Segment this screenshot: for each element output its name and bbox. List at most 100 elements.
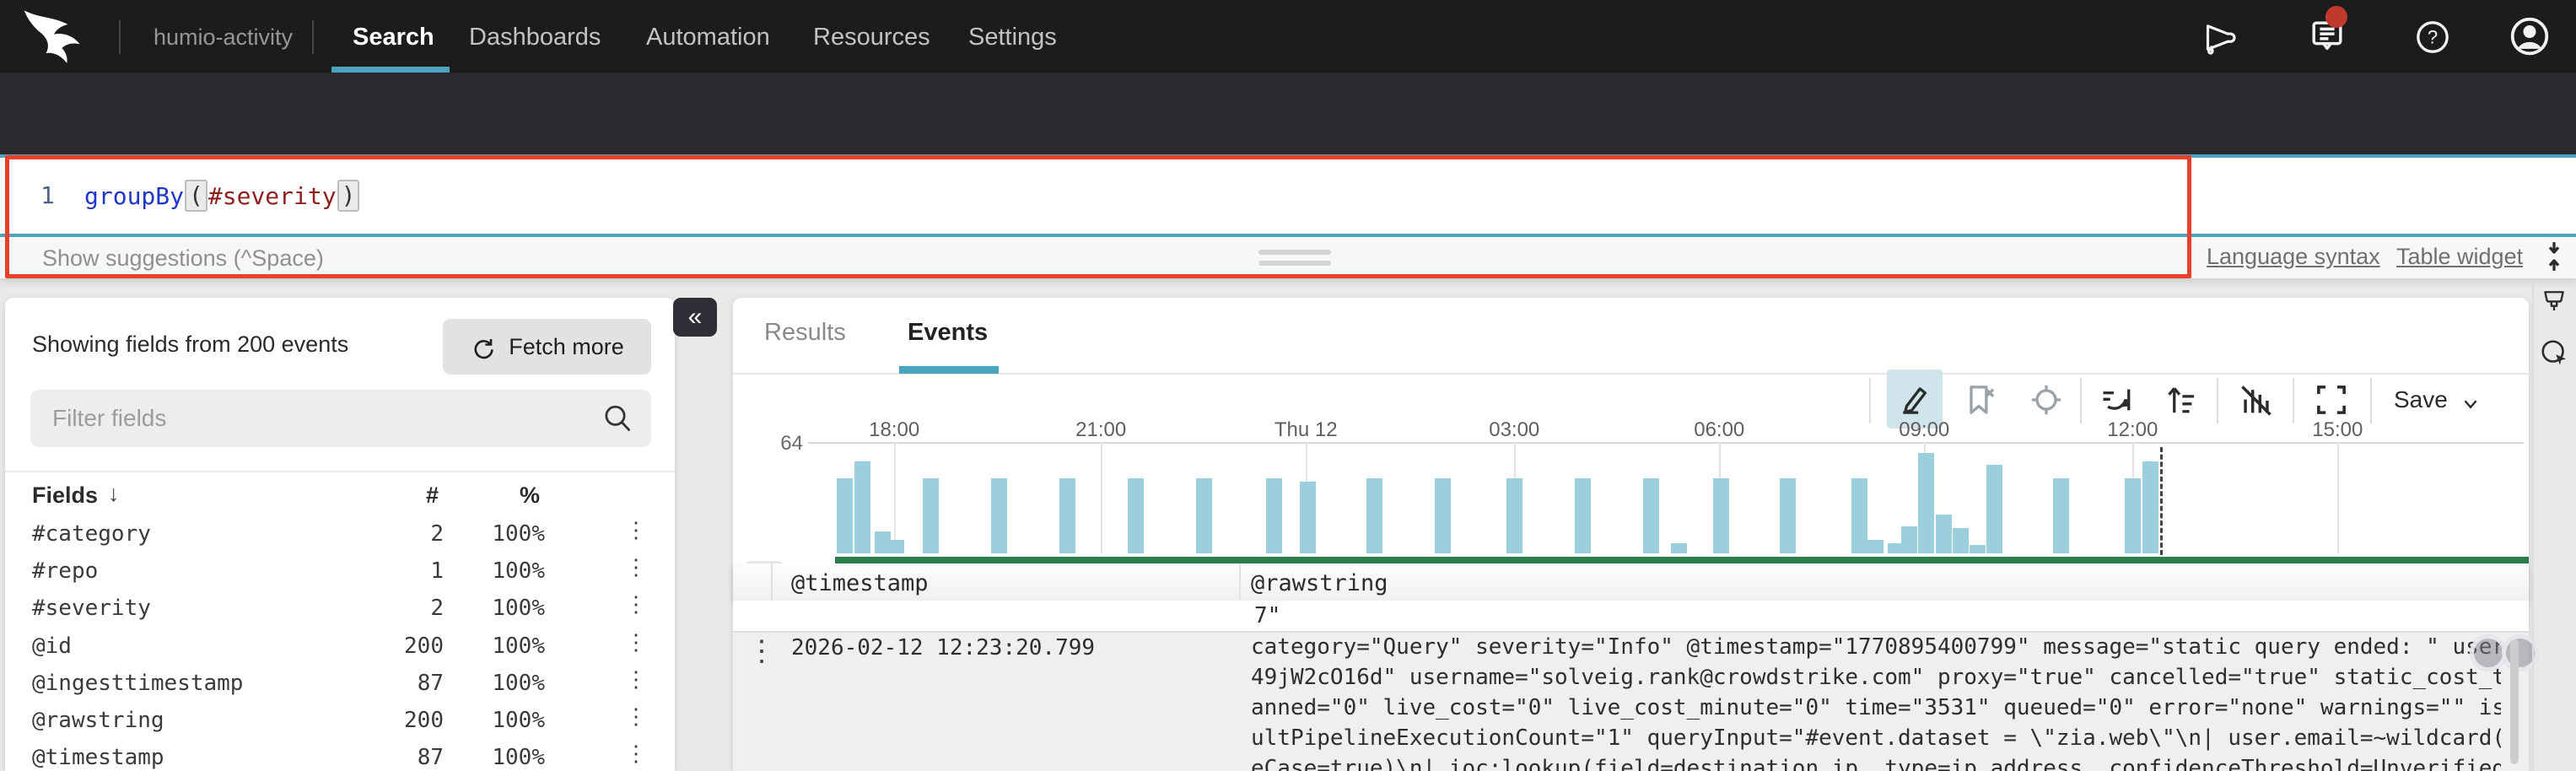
field-count: 87 xyxy=(326,671,444,696)
table-accent-bar xyxy=(835,557,2529,563)
remove-bookmark-icon[interactable] xyxy=(1962,381,1999,418)
toolbar-separator xyxy=(1869,378,1871,423)
events-table-header xyxy=(733,563,2529,602)
field-row[interactable]: @rawstring200100%⋮ xyxy=(5,701,675,738)
column-header-timestamp[interactable]: @timestamp xyxy=(791,570,929,596)
filter-fields-input[interactable] xyxy=(30,390,651,447)
tab-results[interactable]: Results xyxy=(764,319,846,347)
nav-tab-automation[interactable]: Automation xyxy=(646,24,770,51)
nav-divider xyxy=(119,20,121,54)
rawstring-line: 49jW2cO16d" username="solveig.rank@crowd… xyxy=(1251,662,2501,693)
field-row[interactable]: @id 200100% ⋮ xyxy=(5,627,675,664)
active-tab-underline xyxy=(331,67,450,73)
megaphone-icon[interactable] xyxy=(2196,19,2237,55)
language-syntax-link[interactable]: Language syntax xyxy=(2207,244,2380,270)
fields-column-header[interactable]: Fields xyxy=(32,483,98,509)
nav-tab-search[interactable]: Search xyxy=(353,24,434,51)
kebab-menu-icon[interactable]: ⋮ xyxy=(625,518,647,543)
crosshair-icon[interactable] xyxy=(2028,381,2065,418)
field-name: #severity xyxy=(32,596,151,621)
kebab-menu-icon[interactable]: ⋮ xyxy=(625,667,647,693)
field-row[interactable]: #category 2100% ⋮ xyxy=(5,515,675,552)
search-toolbar: Searches A Auto (Table) +01:00 Rome Last… xyxy=(0,73,2576,155)
toggle-histogram-icon[interactable] xyxy=(2237,381,2276,420)
query-token-tag: #severity xyxy=(208,182,337,210)
table-row-partial[interactable] xyxy=(733,601,2529,631)
tabs-divider xyxy=(733,373,2529,375)
editor-line-number: 1 xyxy=(40,181,55,209)
crowdstrike-falcon-logo[interactable] xyxy=(22,8,86,64)
fields-summary: Showing fields from 200 events xyxy=(32,332,348,358)
nav-tab-settings[interactable]: Settings xyxy=(968,24,1057,51)
nav-tab-resources[interactable]: Resources xyxy=(813,24,930,51)
vertical-scrollbar[interactable] xyxy=(2510,639,2519,764)
field-count: 1 xyxy=(326,558,444,584)
kebab-menu-icon[interactable]: ⋮ xyxy=(625,704,647,730)
field-name: @id xyxy=(32,634,72,659)
account-icon[interactable] xyxy=(2509,15,2551,57)
column-header-rawstring[interactable]: @rawstring xyxy=(1251,570,1388,596)
collapse-fields-panel-button[interactable]: « xyxy=(673,298,717,337)
panel-divider xyxy=(2532,278,2534,771)
workspace-selector[interactable]: humio-activity xyxy=(154,24,293,51)
fullscreen-icon[interactable] xyxy=(2313,381,2350,418)
click-target-icon[interactable] xyxy=(2539,337,2571,369)
svg-text:?: ? xyxy=(2428,27,2438,48)
nav-tab-dashboards[interactable]: Dashboards xyxy=(469,24,601,51)
field-name: @timestamp xyxy=(32,745,164,770)
row-menu-icon[interactable]: ⋮ xyxy=(747,634,776,668)
field-row[interactable]: @timestamp87100%⋮ xyxy=(5,738,675,771)
field-percent: 100% xyxy=(444,596,545,621)
toolbar-separator xyxy=(2293,378,2294,423)
field-row[interactable]: #repo1100%⋮ xyxy=(5,552,675,589)
rawstring-line: category="Query" severity="Info" @timest… xyxy=(1251,632,2501,662)
query-token-paren: ( xyxy=(185,180,207,212)
field-percent: 100% xyxy=(444,634,545,659)
editor-resize-handle[interactable] xyxy=(1258,250,1331,255)
top-nav: humio-activity Search Dashboards Automat… xyxy=(0,0,2576,73)
query-token-paren: ) xyxy=(337,180,360,212)
toolbar-separator xyxy=(2080,378,2082,423)
editor-resize-handle[interactable] xyxy=(1258,261,1331,266)
field-percent: 100% xyxy=(444,671,545,696)
field-row[interactable]: @ingesttimestamp87100%⋮ xyxy=(5,664,675,701)
collapse-editor-icon[interactable] xyxy=(2537,238,2571,275)
toolbar-separator xyxy=(2217,378,2218,423)
field-name: #repo xyxy=(32,558,98,584)
query-text[interactable]: groupBy(#severity) xyxy=(84,176,360,215)
kebab-menu-icon[interactable]: ⋮ xyxy=(625,741,647,767)
help-icon[interactable]: ? xyxy=(2414,19,2451,56)
suggestions-bar xyxy=(0,237,2576,278)
field-count: 200 xyxy=(326,634,444,659)
field-row[interactable]: #severity2100%⋮ xyxy=(5,589,675,626)
field-name: @rawstring xyxy=(32,708,164,733)
event-timestamp: 2026-02-12 12:23:20.799 xyxy=(791,635,1095,660)
query-editor[interactable] xyxy=(0,158,2576,234)
field-percent: 100% xyxy=(444,521,545,547)
divider xyxy=(5,471,675,472)
paintbrush-icon[interactable] xyxy=(2540,288,2568,318)
table-widget-link[interactable]: Table widget xyxy=(2396,244,2523,270)
count-column-header[interactable]: # xyxy=(321,483,439,509)
kebab-menu-icon[interactable]: ⋮ xyxy=(625,555,647,580)
field-percent: 100% xyxy=(444,708,545,733)
save-button[interactable]: Save xyxy=(2394,386,2448,413)
nav-divider xyxy=(312,20,314,54)
suggestions-hint: Show suggestions (^Space) xyxy=(42,245,324,272)
percent-column-header[interactable]: % xyxy=(439,483,540,509)
field-percent: 100% xyxy=(444,745,545,770)
kebab-menu-icon[interactable]: ⋮ xyxy=(625,630,647,655)
fetch-more-button[interactable]: Fetch more xyxy=(443,319,651,375)
chevron-down-icon[interactable] xyxy=(2458,391,2483,417)
kebab-menu-icon[interactable]: ⋮ xyxy=(625,592,647,617)
sort-descending-icon[interactable]: ↓ xyxy=(108,481,120,507)
tab-events[interactable]: Events xyxy=(908,319,988,347)
field-count: 2 xyxy=(326,521,444,547)
toolbar-separator xyxy=(2370,378,2372,423)
edit-pencil-icon[interactable] xyxy=(1896,381,1933,418)
field-name: #category xyxy=(32,521,151,547)
query-token-function: groupBy xyxy=(84,182,184,210)
rawstring-line: eCase=true)\n| ioc:lookup(field=destinat… xyxy=(1251,753,2501,771)
jump-to-latest-icon[interactable] xyxy=(2099,381,2136,418)
sort-order-icon[interactable] xyxy=(2163,381,2200,418)
